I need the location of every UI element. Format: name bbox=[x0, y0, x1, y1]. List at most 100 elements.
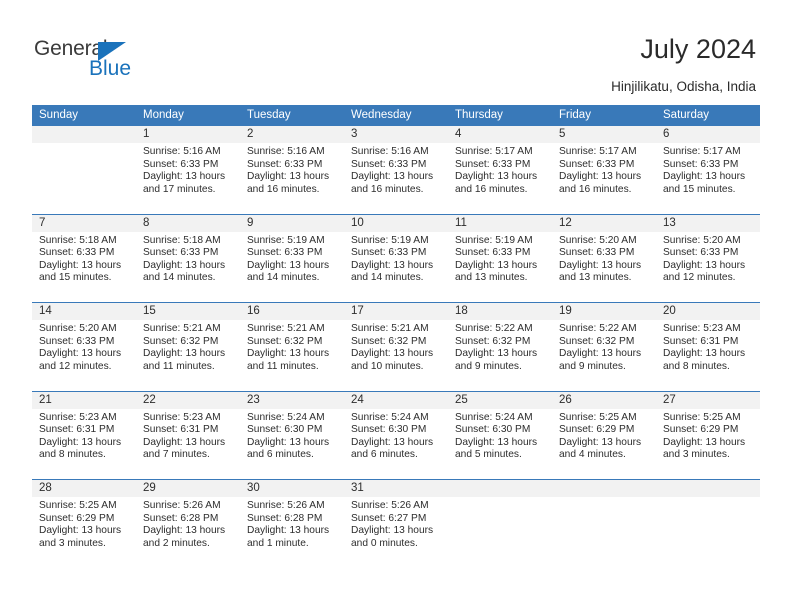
day-cell[interactable]: Sunrise: 5:26 AM Sunset: 6:27 PM Daylight:… bbox=[344, 497, 448, 568]
day-cell[interactable]: Sunrise: 5:21 AM Sunset: 6:32 PM Daylight:… bbox=[136, 320, 240, 391]
daylight-text-line2: and 9 minutes. bbox=[455, 360, 522, 372]
day-cell[interactable]: Sunrise: 5:20 AM Sunset: 6:33 PM Daylight:… bbox=[32, 320, 136, 391]
sunrise-text: Sunrise: 5:24 AM bbox=[455, 411, 533, 423]
day-cell[interactable]: Sunrise: 5:23 AM Sunset: 6:31 PM Daylight:… bbox=[136, 408, 240, 480]
day-cell[interactable]: Sunrise: 5:23 AM Sunset: 6:31 PM Daylight:… bbox=[656, 320, 760, 391]
day-number[interactable]: 15 bbox=[136, 302, 240, 320]
general-blue-logo[interactable]: General Blue bbox=[34, 38, 164, 84]
day-number[interactable]: 1 bbox=[136, 126, 240, 143]
day-number[interactable]: 19 bbox=[552, 302, 656, 320]
calendar-page: General Blue July 2024 Hinjilikatu, Odis… bbox=[0, 0, 792, 612]
day-number[interactable]: 23 bbox=[240, 390, 344, 409]
day-cell[interactable]: Sunrise: 5:24 AM Sunset: 6:30 PM Daylight:… bbox=[344, 408, 448, 480]
empty-day-cell bbox=[32, 143, 136, 214]
day-number[interactable]: 30 bbox=[240, 479, 344, 497]
day-number[interactable]: 4 bbox=[448, 126, 552, 143]
day-number[interactable]: 7 bbox=[32, 213, 136, 232]
day-cell[interactable]: Sunrise: 5:18 AM Sunset: 6:33 PM Daylight:… bbox=[32, 231, 136, 303]
daylight-text-line1: Daylight: 13 hours bbox=[455, 436, 538, 448]
day-cell[interactable]: Sunrise: 5:20 AM Sunset: 6:33 PM Daylight:… bbox=[656, 231, 760, 303]
day-cell[interactable]: Sunrise: 5:19 AM Sunset: 6:33 PM Daylight:… bbox=[448, 231, 552, 303]
day-number[interactable]: 21 bbox=[32, 390, 136, 409]
day-number[interactable]: 27 bbox=[656, 390, 760, 409]
day-number[interactable]: 10 bbox=[344, 213, 448, 232]
day-number[interactable]: 6 bbox=[656, 126, 760, 143]
day-number[interactable]: 31 bbox=[344, 479, 448, 497]
sunset-text: Sunset: 6:33 PM bbox=[663, 158, 739, 170]
day-cell[interactable]: Sunrise: 5:17 AM Sunset: 6:33 PM Daylight:… bbox=[552, 143, 656, 214]
day-cell[interactable]: Sunrise: 5:16 AM Sunset: 6:33 PM Daylight:… bbox=[344, 143, 448, 214]
sunrise-text: Sunrise: 5:23 AM bbox=[39, 411, 117, 423]
day-cell[interactable]: Sunrise: 5:16 AM Sunset: 6:33 PM Daylight:… bbox=[240, 143, 344, 214]
day-number[interactable]: 20 bbox=[656, 302, 760, 320]
daylight-text-line1: Daylight: 13 hours bbox=[351, 525, 434, 537]
day-number[interactable]: 11 bbox=[448, 213, 552, 232]
sunrise-text: Sunrise: 5:17 AM bbox=[455, 146, 533, 157]
daylight-text-line2: and 10 minutes. bbox=[351, 360, 424, 372]
sunset-text: Sunset: 6:33 PM bbox=[351, 247, 427, 259]
daylight-text-line1: Daylight: 13 hours bbox=[247, 348, 330, 360]
day-number[interactable]: 18 bbox=[448, 302, 552, 320]
day-cell[interactable]: Sunrise: 5:23 AM Sunset: 6:31 PM Daylight:… bbox=[32, 408, 136, 480]
daylight-text-line1: Daylight: 13 hours bbox=[351, 348, 434, 360]
empty-day-number bbox=[552, 479, 656, 497]
day-cell[interactable]: Sunrise: 5:24 AM Sunset: 6:30 PM Daylight:… bbox=[448, 408, 552, 480]
daylight-text-line2: and 0 minutes. bbox=[351, 537, 418, 549]
day-number[interactable]: 5 bbox=[552, 126, 656, 143]
empty-day-number bbox=[448, 479, 552, 497]
day-number[interactable]: 2 bbox=[240, 126, 344, 143]
sunrise-text: Sunrise: 5:25 AM bbox=[559, 411, 637, 423]
day-number[interactable]: 28 bbox=[32, 479, 136, 497]
week-daynumber-row: 21 22 23 24 25 26 27 bbox=[32, 390, 760, 409]
day-number[interactable]: 13 bbox=[656, 213, 760, 232]
sunset-text: Sunset: 6:33 PM bbox=[143, 247, 219, 259]
daylight-text-line1: Daylight: 13 hours bbox=[247, 525, 330, 537]
sunrise-text: Sunrise: 5:21 AM bbox=[143, 323, 221, 334]
day-number[interactable]: 9 bbox=[240, 213, 344, 232]
day-number[interactable]: 17 bbox=[344, 302, 448, 320]
day-cell[interactable]: Sunrise: 5:22 AM Sunset: 6:32 PM Daylight:… bbox=[448, 320, 552, 391]
sunset-text: Sunset: 6:33 PM bbox=[663, 247, 739, 259]
day-cell[interactable]: Sunrise: 5:21 AM Sunset: 6:32 PM Daylight:… bbox=[344, 320, 448, 391]
day-cell[interactable]: Sunrise: 5:25 AM Sunset: 6:29 PM Daylight:… bbox=[656, 408, 760, 480]
day-number[interactable]: 12 bbox=[552, 213, 656, 232]
day-cell[interactable]: Sunrise: 5:26 AM Sunset: 6:28 PM Daylight:… bbox=[136, 497, 240, 568]
day-cell[interactable]: Sunrise: 5:17 AM Sunset: 6:33 PM Daylight:… bbox=[656, 143, 760, 214]
day-cell[interactable]: Sunrise: 5:22 AM Sunset: 6:32 PM Daylight:… bbox=[552, 320, 656, 391]
day-cell[interactable]: Sunrise: 5:21 AM Sunset: 6:32 PM Daylight:… bbox=[240, 320, 344, 391]
sunset-text: Sunset: 6:33 PM bbox=[455, 247, 531, 259]
day-cell[interactable]: Sunrise: 5:17 AM Sunset: 6:33 PM Daylight:… bbox=[448, 143, 552, 214]
sunset-text: Sunset: 6:32 PM bbox=[143, 335, 219, 347]
sunrise-text: Sunrise: 5:24 AM bbox=[247, 411, 325, 423]
day-cell[interactable]: Sunrise: 5:20 AM Sunset: 6:33 PM Daylight:… bbox=[552, 231, 656, 303]
day-number[interactable]: 16 bbox=[240, 302, 344, 320]
sunset-text: Sunset: 6:31 PM bbox=[143, 424, 219, 436]
daylight-text-line2: and 5 minutes. bbox=[455, 449, 522, 461]
day-number[interactable]: 26 bbox=[552, 390, 656, 409]
daylight-text-line2: and 17 minutes. bbox=[143, 183, 216, 195]
weekday-header-friday: Friday bbox=[552, 105, 656, 126]
day-number[interactable]: 8 bbox=[136, 213, 240, 232]
day-cell[interactable]: Sunrise: 5:16 AM Sunset: 6:33 PM Daylight:… bbox=[136, 143, 240, 214]
daylight-text-line1: Daylight: 13 hours bbox=[351, 436, 434, 448]
day-cell[interactable]: Sunrise: 5:25 AM Sunset: 6:29 PM Daylight:… bbox=[552, 408, 656, 480]
day-cell[interactable]: Sunrise: 5:26 AM Sunset: 6:28 PM Daylight:… bbox=[240, 497, 344, 568]
daylight-text-line1: Daylight: 13 hours bbox=[351, 259, 434, 271]
day-number[interactable]: 3 bbox=[344, 126, 448, 143]
day-number[interactable]: 14 bbox=[32, 302, 136, 320]
sunset-text: Sunset: 6:33 PM bbox=[351, 158, 427, 170]
day-number[interactable]: 22 bbox=[136, 390, 240, 409]
day-number[interactable]: 24 bbox=[344, 390, 448, 409]
daylight-text-line1: Daylight: 13 hours bbox=[39, 525, 122, 537]
sunrise-text: Sunrise: 5:16 AM bbox=[247, 146, 325, 157]
day-number[interactable]: 25 bbox=[448, 390, 552, 409]
day-cell[interactable]: Sunrise: 5:18 AM Sunset: 6:33 PM Daylight:… bbox=[136, 231, 240, 303]
day-cell[interactable]: Sunrise: 5:25 AM Sunset: 6:29 PM Daylight:… bbox=[32, 497, 136, 568]
sunset-text: Sunset: 6:31 PM bbox=[39, 424, 115, 436]
day-cell[interactable]: Sunrise: 5:19 AM Sunset: 6:33 PM Daylight:… bbox=[344, 231, 448, 303]
sunset-text: Sunset: 6:33 PM bbox=[39, 335, 115, 347]
day-cell[interactable]: Sunrise: 5:19 AM Sunset: 6:33 PM Daylight:… bbox=[240, 231, 344, 303]
day-cell[interactable]: Sunrise: 5:24 AM Sunset: 6:30 PM Daylight:… bbox=[240, 408, 344, 480]
sunset-text: Sunset: 6:30 PM bbox=[351, 424, 427, 436]
day-number[interactable]: 29 bbox=[136, 479, 240, 497]
